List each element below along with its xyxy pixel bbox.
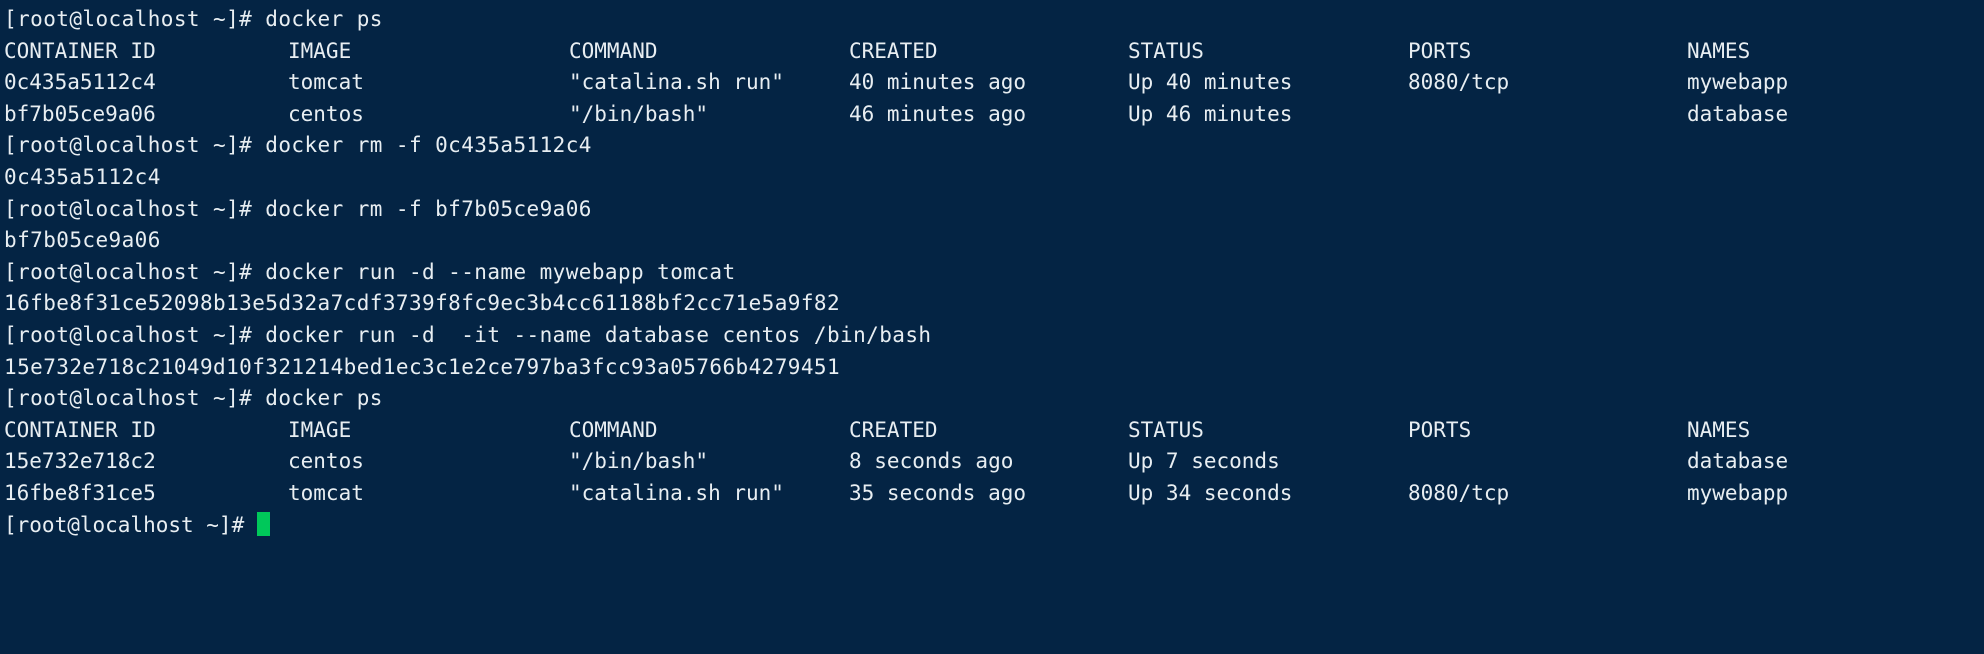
column-header-image: IMAGE <box>288 417 352 442</box>
column-header-status: STATUS <box>1128 417 1204 442</box>
table-row: 0c435a5112c4 tomcat "catalina.sh run" 40… <box>4 67 1984 99</box>
cell-command: "catalina.sh run" <box>569 70 784 95</box>
command-line-docker-run-2: [root@localhost ~]# docker run -d -it --… <box>4 322 932 347</box>
command-line-docker-ps-1: [root@localhost ~]# docker ps <box>4 7 383 31</box>
table-header-row-2: CONTAINER ID IMAGE COMMAND CREATED STATU… <box>4 415 1984 447</box>
cell-created: 46 minutes ago <box>849 101 1027 126</box>
column-header-names: NAMES <box>1687 38 1751 63</box>
cell-names: database <box>1687 449 1789 474</box>
cell-command: "catalina.sh run" <box>569 480 784 505</box>
table-row: 15e732e718c2 centos "/bin/bash" 8 second… <box>4 446 1984 478</box>
output-line-rm-2: bf7b05ce9a06 <box>4 228 161 253</box>
cell-image: centos <box>288 101 364 126</box>
cell-status: Up 46 minutes <box>1128 101 1293 126</box>
cell-ports: 8080/tcp <box>1408 480 1510 505</box>
terminal-window[interactable]: [root@localhost ~]# docker ps CONTAINER … <box>0 0 1984 654</box>
cell-container-id: 16fbe8f31ce5 <box>4 480 156 505</box>
column-header-command: COMMAND <box>569 417 658 442</box>
cell-status: Up 7 seconds <box>1128 449 1280 474</box>
cell-created: 35 seconds ago <box>849 480 1027 505</box>
output-line-run-2-hash: 15e732e718c21049d10f321214bed1ec3c1e2ce7… <box>4 354 841 379</box>
column-header-created: CREATED <box>849 38 938 63</box>
cell-command: "/bin/bash" <box>569 101 709 126</box>
column-header-image: IMAGE <box>288 38 352 63</box>
cell-image: centos <box>288 449 364 474</box>
command-line-docker-run-1: [root@localhost ~]# docker run -d --name… <box>4 259 736 284</box>
active-prompt-line[interactable]: [root@localhost ~]# <box>4 510 1984 542</box>
column-header-command: COMMAND <box>569 38 658 63</box>
column-header-status: STATUS <box>1128 38 1204 63</box>
cell-image: tomcat <box>288 480 364 505</box>
cell-image: tomcat <box>288 70 364 95</box>
cell-ports: 8080/tcp <box>1408 70 1510 95</box>
column-header-created: CREATED <box>849 417 938 442</box>
cell-container-id: 0c435a5112c4 <box>4 70 156 95</box>
cell-container-id: 15e732e718c2 <box>4 449 156 474</box>
cell-created: 8 seconds ago <box>849 449 1014 474</box>
cell-names: mywebapp <box>1687 480 1789 505</box>
output-line-run-1-hash: 16fbe8f31ce52098b13e5d32a7cdf3739f8fc9ec… <box>4 291 841 316</box>
text-cursor <box>256 511 270 536</box>
cell-status: Up 34 seconds <box>1128 480 1293 505</box>
cell-command: "/bin/bash" <box>569 449 709 474</box>
cell-names: database <box>1687 101 1789 126</box>
cell-created: 40 minutes ago <box>849 70 1027 95</box>
command-line-docker-rm-1: [root@localhost ~]# docker rm -f 0c435a5… <box>4 133 592 158</box>
table-row: bf7b05ce9a06 centos "/bin/bash" 46 minut… <box>4 99 1984 131</box>
table-row: 16fbe8f31ce5 tomcat "catalina.sh run" 35… <box>4 478 1984 510</box>
cell-names: mywebapp <box>1687 70 1789 95</box>
column-header-names: NAMES <box>1687 417 1751 442</box>
column-header-container-id: CONTAINER ID <box>4 417 156 442</box>
column-header-ports: PORTS <box>1408 417 1472 442</box>
output-line-rm-1: 0c435a5112c4 <box>4 164 161 189</box>
command-line-docker-rm-2: [root@localhost ~]# docker rm -f bf7b05c… <box>4 196 592 221</box>
column-header-ports: PORTS <box>1408 38 1472 63</box>
table-header-row-1: CONTAINER ID IMAGE COMMAND CREATED STATU… <box>4 36 1984 68</box>
cell-container-id: bf7b05ce9a06 <box>4 101 156 126</box>
column-header-container-id: CONTAINER ID <box>4 38 156 63</box>
command-line-docker-ps-2: [root@localhost ~]# docker ps <box>4 386 383 411</box>
cell-status: Up 40 minutes <box>1128 70 1293 95</box>
